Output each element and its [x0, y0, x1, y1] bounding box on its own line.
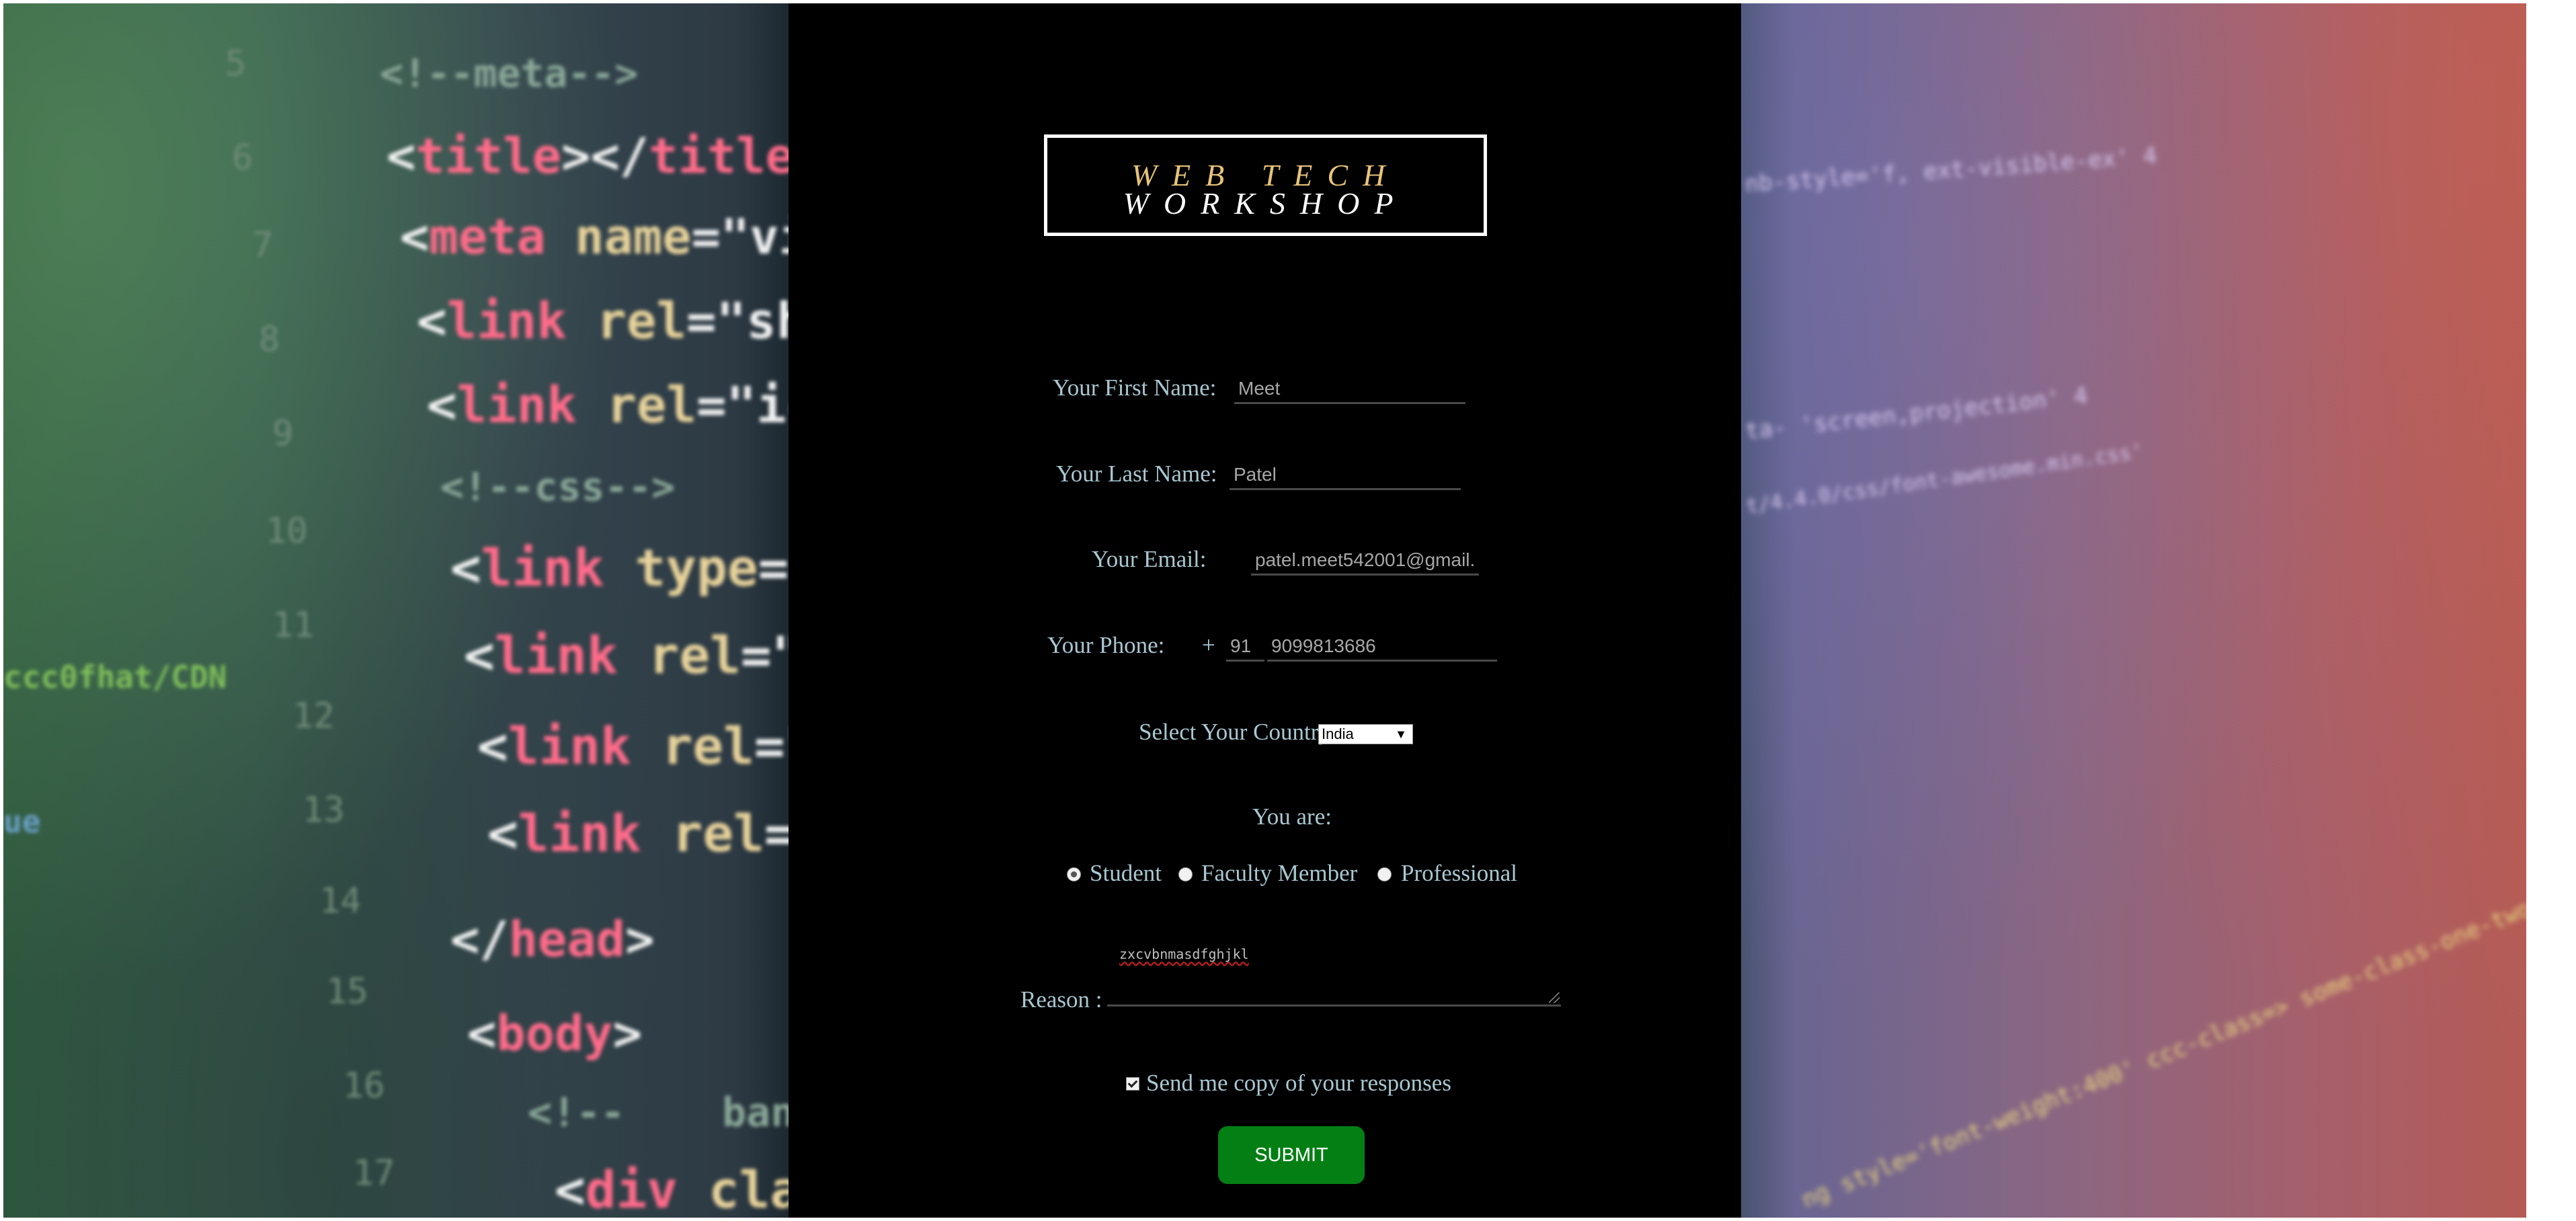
send-copy-checkbox[interactable]	[1126, 1077, 1139, 1091]
radio-professional-label: Professional	[1401, 860, 1518, 886]
form-panel: WEB TECH WORKSHOP Your First Name: Your …	[789, 3, 1741, 1218]
page-frame: <!--meta--> <title></title> <meta name="…	[3, 3, 2526, 1218]
phone-number-input[interactable]	[1267, 633, 1497, 662]
first-name-label: Your First Name:	[1053, 375, 1217, 401]
radio-professional[interactable]	[1377, 867, 1392, 881]
reason-text: zxcvbnmasdfghjkl	[1119, 946, 1249, 962]
email-label: Your Email:	[1092, 546, 1207, 572]
country-selected-value: India	[1322, 725, 1354, 742]
background-glow-right	[1741, 3, 2526, 1218]
radio-faculty-member-label: Faculty Member	[1201, 860, 1358, 886]
logo-line-2: WORKSHOP	[1123, 186, 1408, 221]
radio-student-label: Student	[1090, 860, 1162, 886]
reason-label: Reason :	[1020, 986, 1102, 1013]
radio-faculty-member[interactable]	[1178, 867, 1193, 881]
first-name-input[interactable]	[1234, 375, 1465, 404]
background-glow-left	[3, 3, 790, 1218]
phone-country-code-input[interactable]	[1226, 633, 1264, 662]
country-label: Select Your Country	[1139, 719, 1330, 745]
send-copy-label: Send me copy of your responses	[1146, 1070, 1451, 1096]
resize-grip-icon[interactable]	[1549, 992, 1560, 1003]
last-name-input[interactable]	[1230, 461, 1461, 490]
reason-textarea[interactable]: zxcvbnmasdfghjkl	[1107, 937, 1561, 1007]
phone-plus-sign: +	[1202, 632, 1215, 658]
email-input[interactable]	[1251, 547, 1479, 576]
radio-student[interactable]	[1067, 867, 1081, 881]
submit-button[interactable]: SUBMIT	[1218, 1126, 1365, 1184]
country-select[interactable]: India ▼	[1318, 724, 1413, 744]
dropdown-arrow-icon: ▼	[1395, 727, 1407, 741]
workshop-logo: WEB TECH WORKSHOP	[1044, 134, 1487, 236]
phone-label: Your Phone:	[1047, 632, 1165, 658]
last-name-label: Your Last Name:	[1056, 461, 1217, 487]
role-label: You are:	[1252, 803, 1332, 830]
